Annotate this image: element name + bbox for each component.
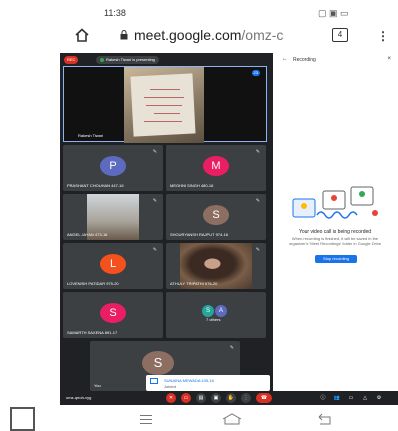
participant-name: SHOURYANSH RAJPUT 974-16 [170, 232, 229, 237]
recording-illustration [292, 186, 378, 219]
participant-tile[interactable]: S SAMARTH SAXENA 891-17 [63, 292, 163, 338]
raise-hand-icon[interactable]: ✋ [226, 393, 236, 403]
avatar: S [142, 351, 174, 375]
close-icon[interactable]: × [387, 56, 391, 62]
camera-off-icon[interactable]: ▭ [181, 393, 191, 403]
back-icon[interactable] [318, 413, 332, 425]
participant-tile[interactable]: M ✎ MEGHNI SINGH 480-16 [166, 145, 266, 191]
notification-subtitle: Joined [164, 384, 176, 389]
url-field[interactable]: meet.google.com/omz-c [134, 27, 283, 43]
host-controls-icon[interactable]: ⚙ [374, 393, 384, 403]
meet-controls-bar: omz-qeoh-vyg ✕ ▭ ▤ ▣ ✋ ⋮ ☎ ⓘ 👥 ▭ △ ⚙ [60, 391, 398, 405]
meeting-code: omz-qeoh-vyg [66, 395, 92, 400]
participant-name: MEGHNI SINGH 480-16 [170, 183, 214, 188]
info-icon[interactable]: ⓘ [318, 393, 328, 403]
url-path: /omz-c [241, 27, 284, 43]
presenting-label: Rakesh Tiwari is presenting [106, 57, 155, 62]
recording-description: When recording is finished, it will be s… [288, 236, 382, 246]
status-time: 11:38 [104, 8, 126, 18]
presentation-image [124, 67, 204, 143]
tabs-count-button[interactable]: 4 [332, 28, 348, 42]
pin-icon[interactable]: ✎ [153, 247, 157, 253]
participant-name: ATHULY TRIPATHI 976-20 [170, 281, 218, 286]
pin-icon[interactable]: ✎ [256, 149, 260, 155]
mic-off-icon[interactable]: ✕ [166, 393, 176, 403]
avatar: A [215, 305, 227, 317]
meet-window: REC Rakesh Tiwari is presenting 23 Rakes… [60, 53, 398, 405]
recording-status: Your video call is being recorded [298, 229, 372, 235]
pin-icon[interactable]: ✎ [256, 247, 260, 253]
panel-title: Recording [293, 57, 316, 63]
url-host: meet.google.com [134, 27, 242, 43]
participant-tile[interactable]: ✎ ATHULY TRIPATHI 976-20 [166, 243, 266, 289]
navigation-bar [0, 405, 398, 431]
chat-icon[interactable]: ▭ [346, 393, 356, 403]
others-count: 7 others [206, 317, 221, 322]
avatar: L [100, 254, 126, 274]
recording-panel: ← Recording × Your video call is being r… [273, 53, 398, 391]
presenting-chip: Rakesh Tiwari is presenting [96, 56, 159, 64]
notification-title: SUNAINA MEWADA 435-16 [164, 378, 214, 383]
participant-tile[interactable]: ✎ ANGEL JAYAN 473-16 [63, 194, 163, 240]
more-options-icon[interactable]: ⋮ [377, 29, 389, 43]
status-bar: 11:38 ▢ ▣ ▭ [0, 0, 398, 24]
home-icon[interactable] [74, 28, 90, 42]
menu-icon[interactable] [140, 415, 152, 427]
browser-toolbar: meet.google.com/omz-c 4 ⋮ [0, 24, 398, 48]
participant-tile[interactable]: P ✎ PRASHANT CHOUHAN 447-16 [63, 145, 163, 191]
captions-icon[interactable]: ▤ [196, 393, 206, 403]
avatar: P [100, 156, 126, 176]
stop-recording-button[interactable]: Stop recording [315, 255, 357, 263]
end-call-icon[interactable]: ☎ [256, 393, 272, 403]
pin-icon[interactable]: ✎ [153, 149, 157, 155]
pin-icon[interactable]: ✎ [230, 345, 234, 351]
lock-icon [120, 30, 128, 40]
status-icons: ▢ ▣ ▭ [318, 8, 349, 18]
avatar: M [203, 156, 229, 176]
activities-icon[interactable]: △ [360, 393, 370, 403]
presenter-name: Rakesh Tiwari [78, 133, 104, 138]
join-notification[interactable]: SUNAINA MEWADA 435-16 Joined [146, 375, 270, 391]
participant-count-badge: 23 [251, 70, 260, 76]
rec-badge: REC [64, 56, 79, 64]
participant-name: ANGEL JAYAN 473-16 [67, 232, 108, 237]
pin-icon[interactable]: ✎ [153, 198, 157, 204]
avatar: S [100, 303, 126, 323]
presenting-dot-icon [100, 57, 104, 62]
participant-name: You [94, 383, 101, 388]
home-icon[interactable] [222, 413, 242, 425]
participant-name: PRASHANT CHOUHAN 447-16 [67, 183, 124, 188]
people-icon[interactable]: 👥 [332, 393, 342, 403]
others-tile[interactable]: S A 7 others [166, 292, 266, 338]
presentation-tile[interactable]: 23 Rakesh Tiwari [63, 66, 267, 143]
participant-name: LOVENISH PATIDAR 975-20 [67, 281, 119, 286]
participant-tile[interactable]: L ✎ LOVENISH PATIDAR 975-20 [63, 243, 163, 289]
avatar: S [203, 205, 229, 225]
participant-tile[interactable]: S ✎ SHOURYANSH RAJPUT 974-16 [166, 194, 266, 240]
join-icon [150, 378, 158, 384]
pin-icon[interactable]: ✎ [256, 198, 260, 204]
avatar: S [202, 305, 214, 317]
more-icon[interactable]: ⋮ [241, 393, 251, 403]
participant-name: SAMARTH SAXENA 891-17 [67, 330, 118, 335]
back-arrow-icon[interactable]: ← [282, 56, 288, 62]
present-icon[interactable]: ▣ [211, 393, 221, 403]
recent-apps-icon[interactable] [10, 407, 35, 431]
